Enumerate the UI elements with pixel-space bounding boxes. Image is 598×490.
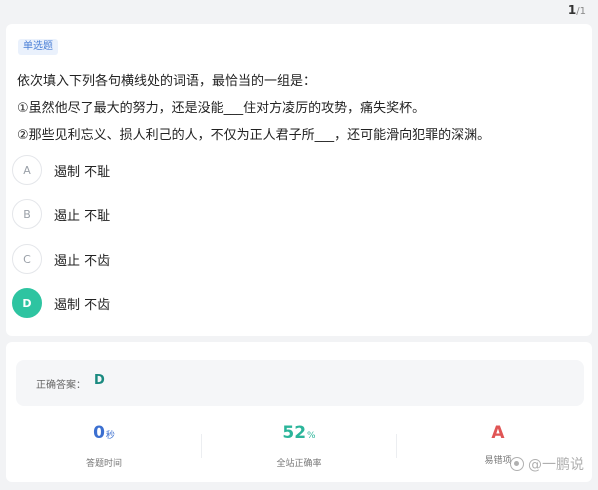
- question-card: 单选题 依次填入下列各句横线处的词语，最恰当的一组是： ①虽然他尽了最大的努力，…: [6, 24, 592, 336]
- option-text: 遏止 不耻: [54, 208, 111, 224]
- answer-time-unit: 秒: [105, 431, 115, 441]
- option-text: 遏制 不齿: [54, 297, 111, 313]
- watermark: @一鹏说: [510, 454, 584, 474]
- stem-line: ②那些见利忘义、损人利己的人，不仅为正人君子所___，还可能滑向犯罪的深渊。: [17, 128, 491, 143]
- answer-time-label: 答题时间: [85, 459, 122, 469]
- correct-answer-box: 正确答案： D: [16, 360, 584, 406]
- accuracy-label: 全站正确率: [276, 459, 322, 469]
- stat-divider: [396, 434, 397, 458]
- option-d[interactable]: D 遏制 不齿: [12, 288, 312, 318]
- option-letter: B: [12, 199, 42, 229]
- option-text: 遏制 不耻: [54, 164, 111, 180]
- option-a[interactable]: A 遏制 不耻: [12, 155, 312, 185]
- correct-answer-label: 正确答案：: [36, 380, 86, 391]
- stem-line: ①虽然他尽了最大的努力，还是没能___住对方凌厉的攻势，痛失奖杯。: [17, 101, 426, 116]
- option-b[interactable]: B 遏止 不耻: [12, 199, 312, 229]
- page-total: /1: [576, 6, 586, 17]
- error-prone-value: A: [491, 423, 505, 443]
- stat-accuracy: 52% 全站正确率: [201, 422, 397, 469]
- page-current: 1: [567, 3, 577, 17]
- weibo-icon: [510, 457, 524, 471]
- option-letter: C: [12, 244, 42, 274]
- option-letter: A: [12, 155, 42, 185]
- accuracy-value: 52%: [282, 423, 316, 443]
- option-letter-selected: D: [12, 288, 42, 318]
- stat-answer-time: 0秒 答题时间: [6, 422, 202, 469]
- watermark-text: @一鹏说: [528, 457, 584, 473]
- accuracy-unit: %: [307, 431, 316, 441]
- page-counter: 1/1: [568, 3, 586, 17]
- correct-answer-value: D: [94, 373, 105, 388]
- option-text: 遏止 不齿: [54, 253, 111, 269]
- option-c[interactable]: C 遏止 不齿: [12, 244, 312, 274]
- question-type-badge: 单选题: [18, 39, 58, 55]
- top-bar: 1/1: [0, 0, 598, 22]
- answer-time-value: 0秒: [93, 423, 115, 443]
- stem-line: 依次填入下列各句横线处的词语，最恰当的一组是：: [17, 74, 317, 89]
- result-card: 正确答案： D 0秒 答题时间 52% 全站正确率 A 易错项: [6, 342, 592, 482]
- question-stem: 依次填入下列各句横线处的词语，最恰当的一组是： ①虽然他尽了最大的努力，还是没能…: [17, 68, 577, 149]
